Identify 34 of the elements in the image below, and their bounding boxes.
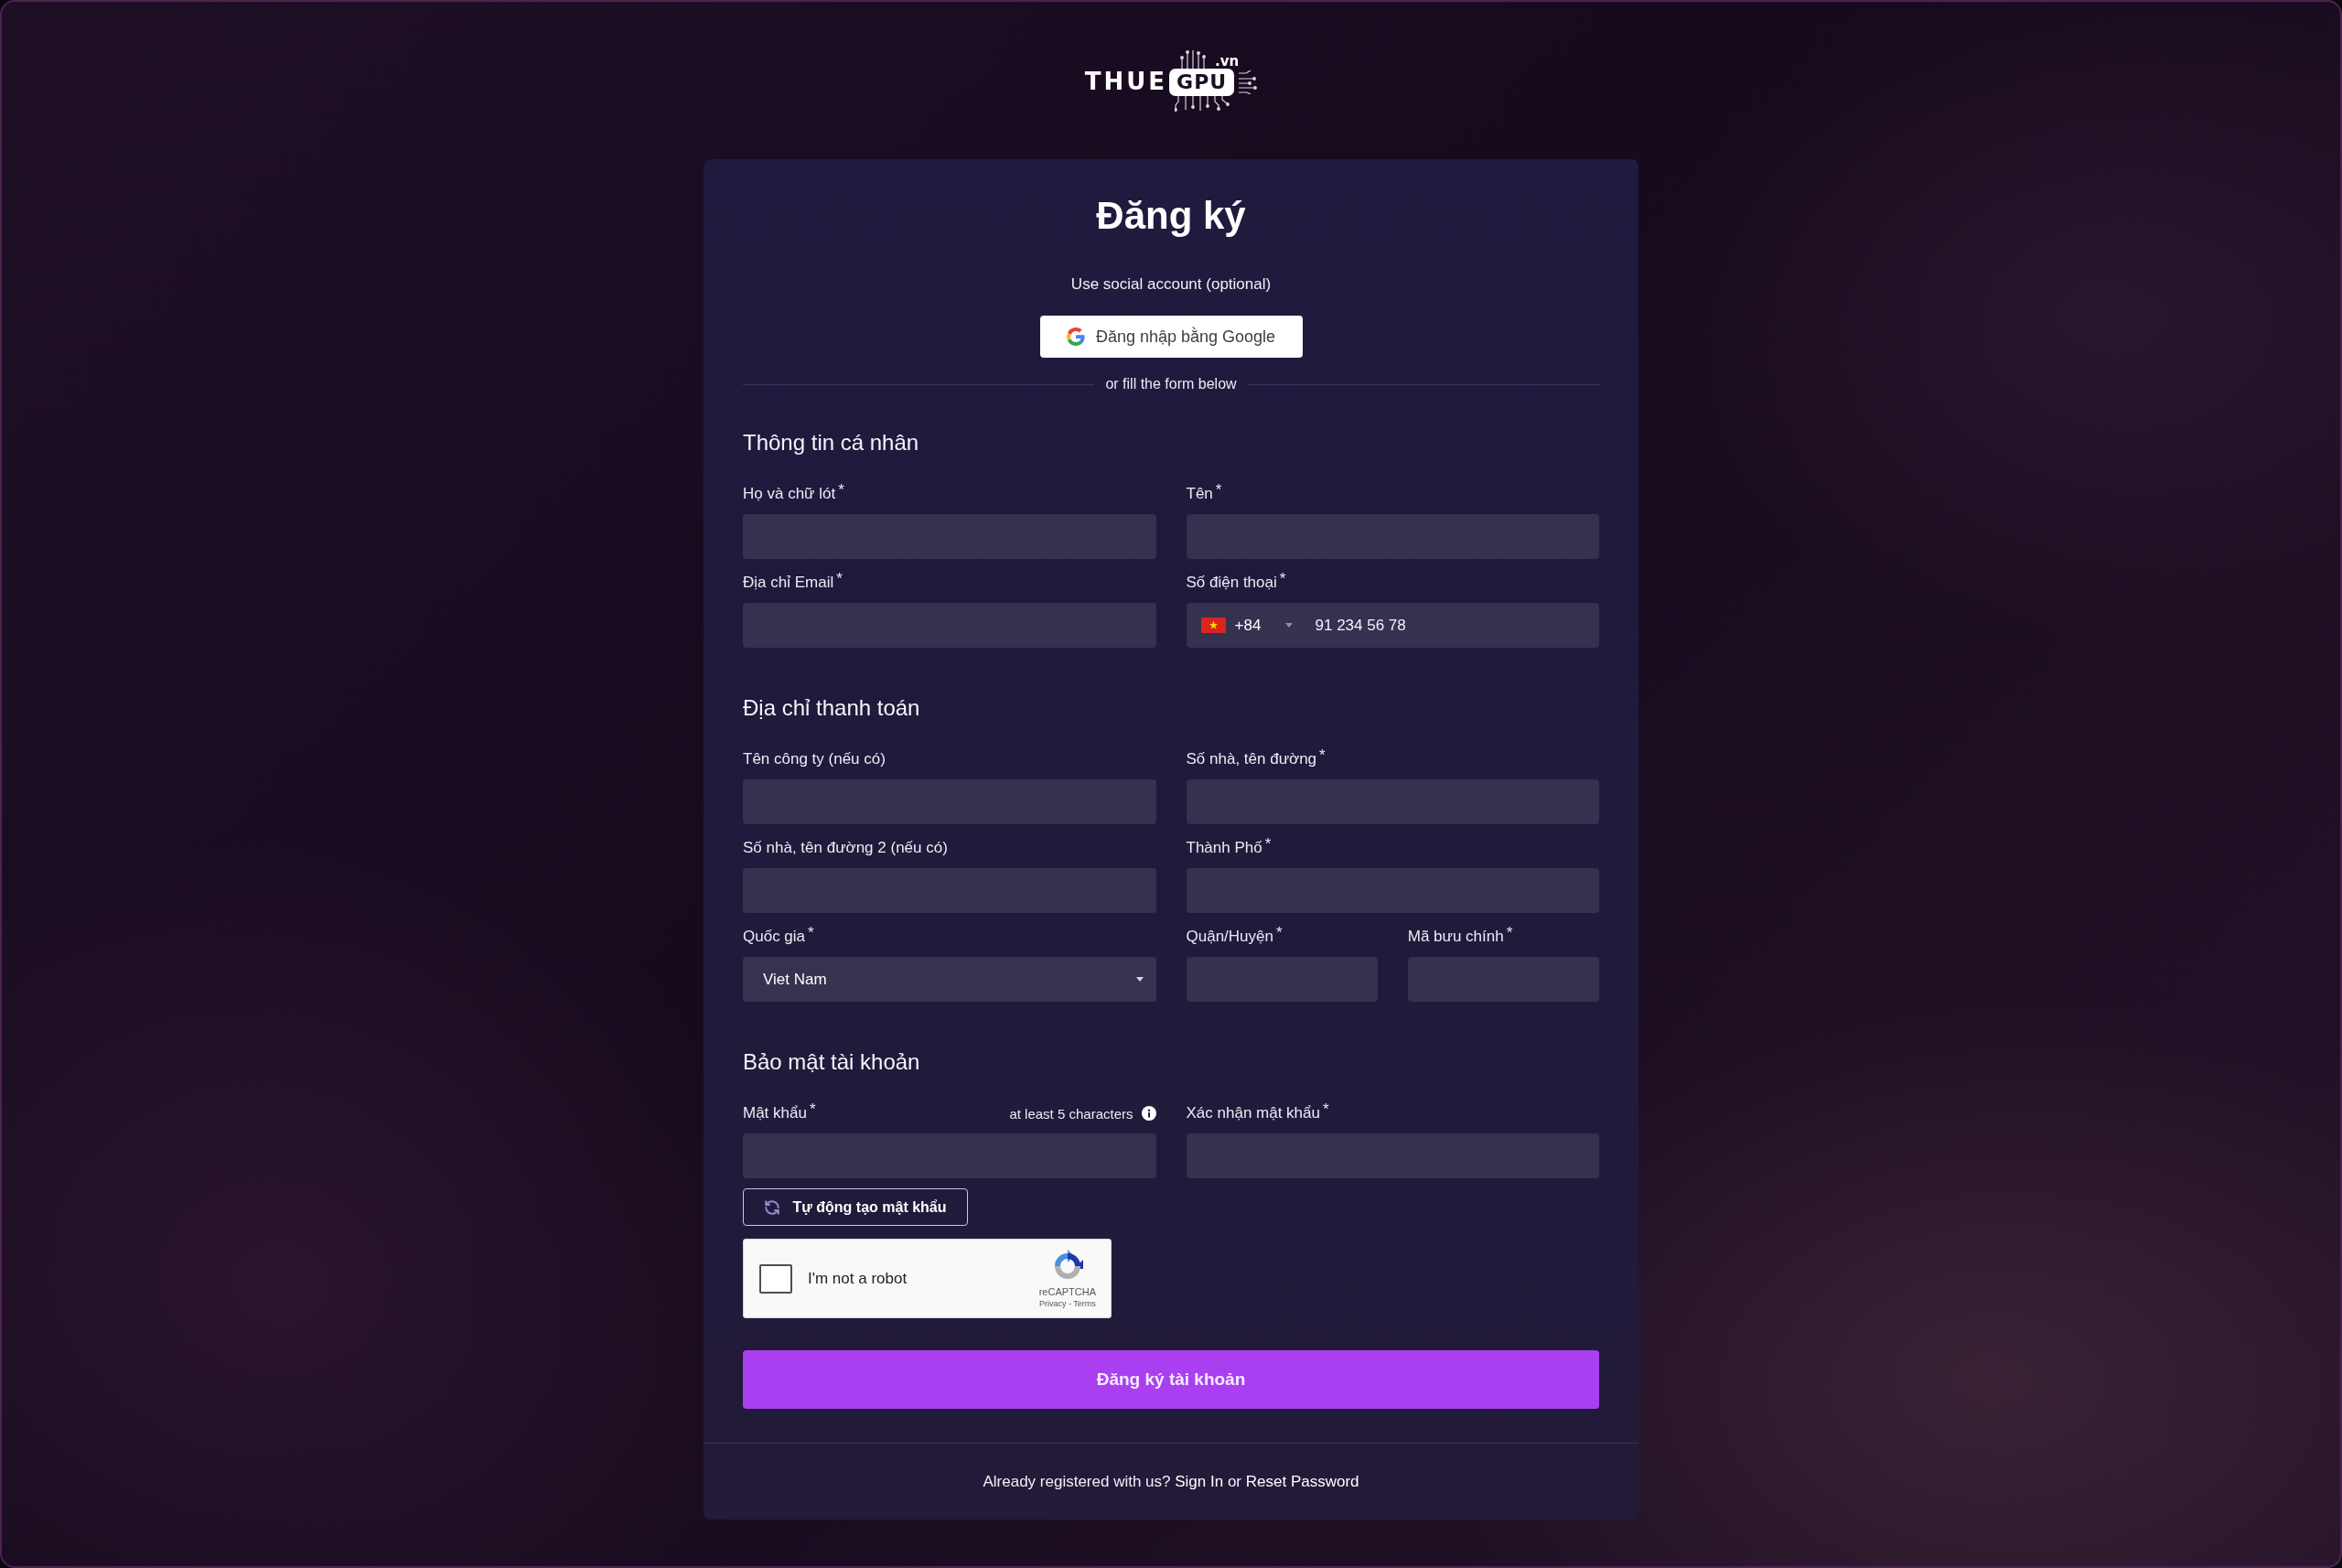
logo-domain: .vn [1215, 55, 1240, 69]
caret-icon [1285, 623, 1294, 628]
social-prompt: Use social account (optional) [1069, 274, 1273, 295]
register-button[interactable]: Đăng ký tài khoản [743, 1350, 1599, 1409]
google-sign-in-button[interactable]: Đăng nhập bằng Google [1039, 316, 1303, 358]
field-label: Tên công ty (nếu có) [743, 749, 886, 769]
flag-icon [1200, 618, 1226, 633]
footer-link[interactable]: Sign In [1175, 1472, 1224, 1490]
caret-icon [1135, 977, 1144, 982]
page-title: Đăng ký [1095, 193, 1247, 239]
circuit-lines-icon [1175, 96, 1232, 112]
logo-highlight: GPU [1169, 69, 1235, 96]
circuit-lines-icon [1239, 70, 1258, 94]
section-heading: Bảo mật tài khoản [743, 1048, 921, 1076]
captcha-label: I'm not a robot [808, 1269, 908, 1288]
captcha-checkbox[interactable] [759, 1263, 792, 1294]
captcha-brand: reCAPTCHA [1038, 1285, 1096, 1298]
logo-wordmark: THUE [1084, 69, 1168, 93]
info-icon [1141, 1106, 1156, 1121]
generate-password-button[interactable]: Tự động tạo mật khẩu [743, 1188, 968, 1226]
divider-text: or fill the form below [1105, 376, 1237, 392]
section-heading: Địa chỉ thanh toán [743, 694, 921, 722]
footer-text: Already registered with us? Sign In or Reset Password [983, 1472, 1359, 1491]
circuit-lines-icon [1180, 50, 1207, 69]
google-icon [1066, 328, 1085, 346]
country-code-button[interactable]: +84 [1186, 603, 1316, 648]
captcha-links[interactable]: Privacy - Terms [1038, 1297, 1096, 1309]
country-select[interactable]: Viet Nam [743, 957, 1156, 1002]
password-hint: at least 5 characters [1009, 1105, 1133, 1122]
footer-link[interactable]: Reset Password [1245, 1472, 1359, 1490]
section-heading: Thông tin cá nhân [743, 429, 920, 456]
refresh-icon [764, 1198, 781, 1216]
phone-input[interactable]: 91 234 56 78 [1315, 603, 1599, 648]
field-label: Số nhà, tên đường 2 (nếu có) [743, 838, 948, 858]
